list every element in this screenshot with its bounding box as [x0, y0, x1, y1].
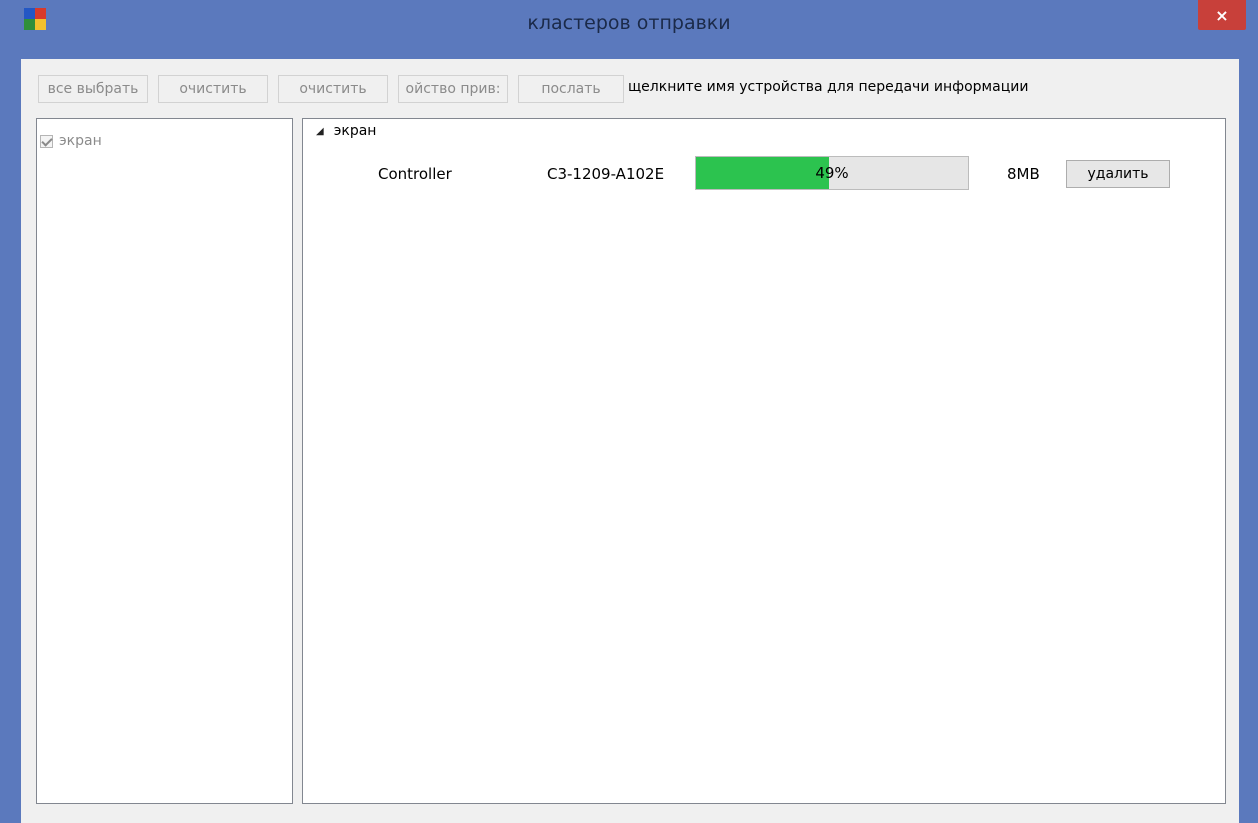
- cluster-item-screen[interactable]: экран: [40, 133, 102, 149]
- clear-button[interactable]: очистить: [158, 75, 268, 103]
- tree-group-label: экран: [333, 123, 377, 139]
- instruction-text: щелкните имя устройства для передачи инф…: [628, 79, 1029, 95]
- file-size: 8MB: [1007, 165, 1040, 183]
- cluster-list: экран: [36, 118, 293, 804]
- upload-progress-bar: 49%: [695, 156, 969, 190]
- device-row: Controller C3-1209-A102E 49% 8MB удалить: [303, 156, 1225, 192]
- tree-group-screen[interactable]: ◢ экран: [316, 123, 376, 139]
- cluster-item-label: экран: [59, 133, 102, 149]
- close-button[interactable]: ×: [1198, 0, 1246, 30]
- client-area: все выбрать очистить очистить ойство при…: [21, 59, 1239, 823]
- app-window: кластеров отправки × все выбрать очистит…: [0, 0, 1258, 823]
- device-tree: ◢ экран Controller C3-1209-A102E 49% 8MB…: [302, 118, 1226, 804]
- device-name[interactable]: Controller: [378, 165, 452, 183]
- expander-icon[interactable]: ◢: [316, 126, 324, 137]
- window-title: кластеров отправки: [527, 12, 731, 34]
- title-bar[interactable]: кластеров отправки ×: [0, 0, 1258, 46]
- device-properties-button[interactable]: ойство прив:: [398, 75, 508, 103]
- device-id: C3-1209-A102E: [547, 165, 665, 183]
- checkbox-icon[interactable]: [40, 134, 53, 148]
- select-all-button[interactable]: все выбрать: [38, 75, 148, 103]
- send-button[interactable]: послать: [518, 75, 624, 103]
- clear-button-2[interactable]: очистить: [278, 75, 388, 103]
- progress-percent: 49%: [815, 164, 849, 182]
- delete-button[interactable]: удалить: [1066, 160, 1170, 188]
